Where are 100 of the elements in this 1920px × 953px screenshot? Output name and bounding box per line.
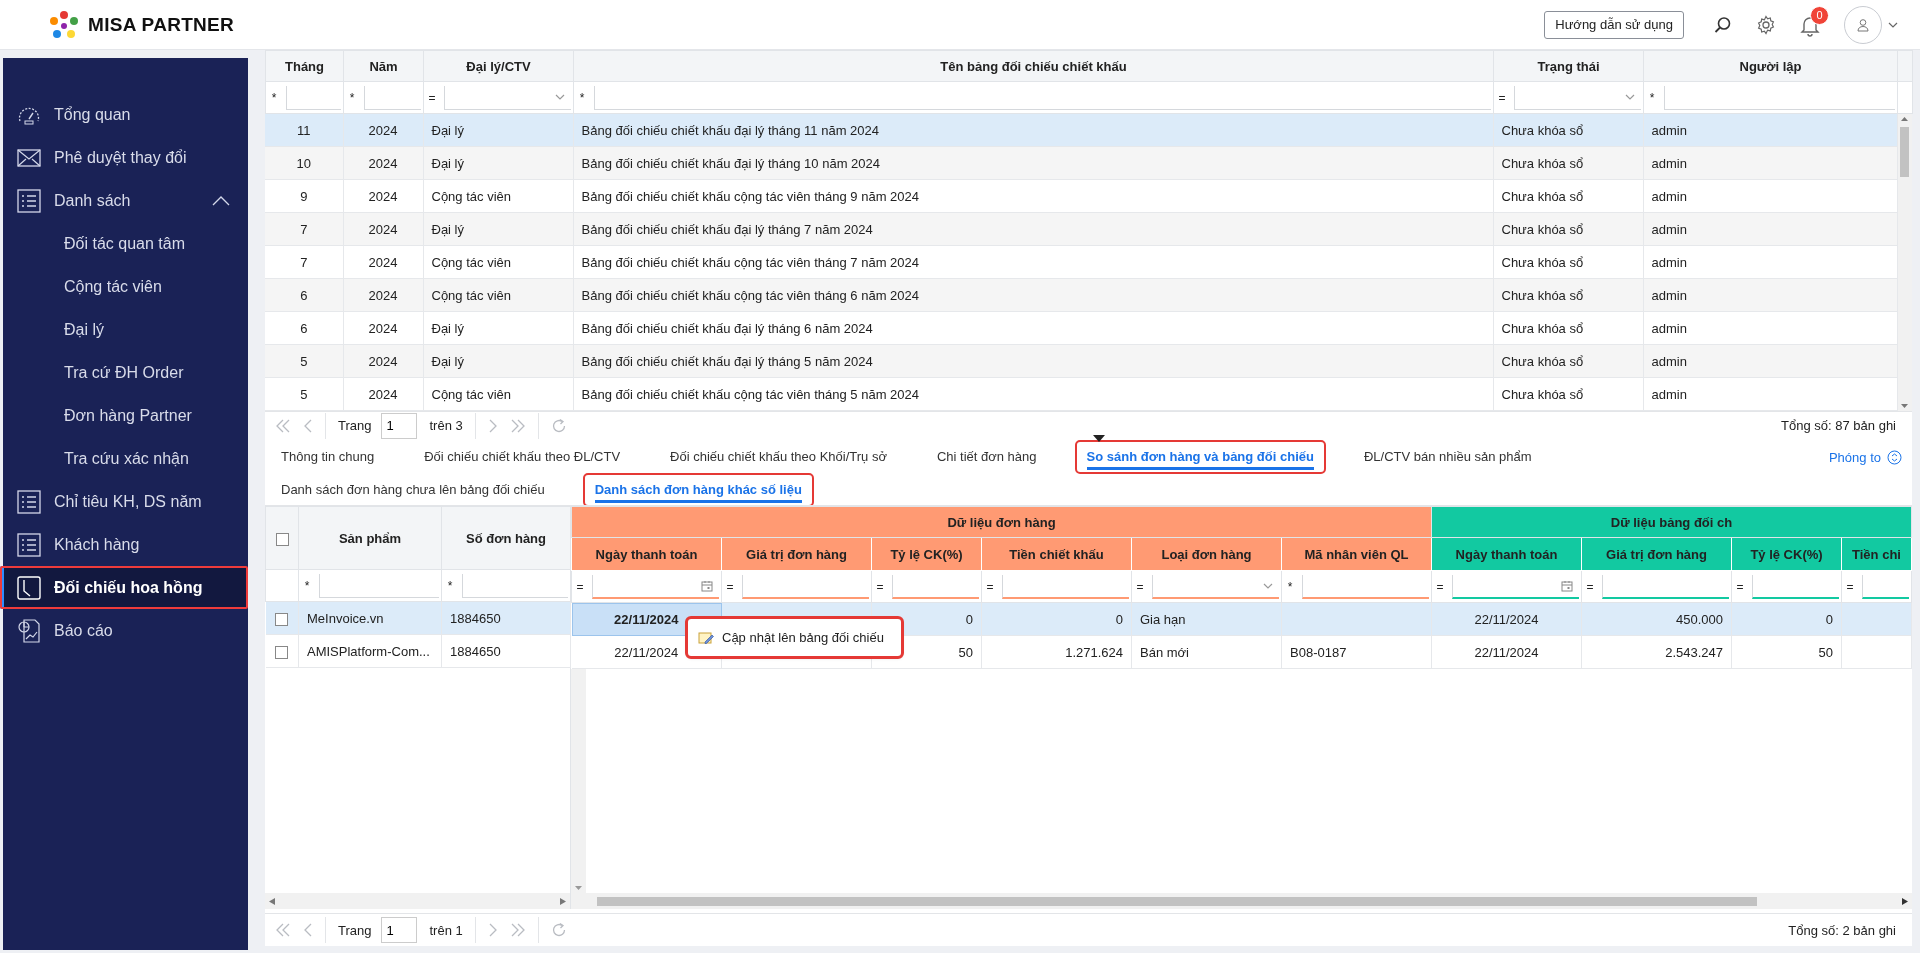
- filter-operator[interactable]: *: [574, 90, 590, 105]
- tab[interactable]: Thông tin chung: [271, 442, 385, 472]
- filter-field[interactable]: [286, 85, 341, 110]
- calendar-icon[interactable]: [701, 579, 713, 592]
- sidebar-item[interactable]: Phê duyệt thay đổi: [0, 136, 248, 179]
- refresh-icon[interactable]: [550, 417, 567, 434]
- column-header[interactable]: Giá trị đơn hàng: [1581, 537, 1732, 571]
- previous-page-icon[interactable]: [303, 923, 313, 937]
- filter-field[interactable]: [1602, 574, 1729, 599]
- sidebar-subitem[interactable]: Đại lý: [0, 308, 248, 351]
- previous-page-icon[interactable]: [303, 418, 313, 433]
- tab[interactable]: Chi tiết đơn hàng: [926, 442, 1047, 472]
- sidebar-item[interactable]: Báo cáo: [0, 609, 248, 652]
- column-header[interactable]: Sản phẩm: [298, 506, 442, 570]
- filter-field[interactable]: [319, 573, 439, 598]
- tab[interactable]: Danh sách đơn hàng chưa lên bảng đối chiếu: [271, 475, 555, 505]
- scroll-up-icon[interactable]: [1901, 117, 1909, 121]
- column-header[interactable]: Năm: [343, 50, 424, 82]
- scroll-down-icon[interactable]: [575, 886, 582, 890]
- sidebar-subitem[interactable]: Cộng tác viên: [0, 265, 248, 308]
- filter-field[interactable]: [892, 574, 979, 599]
- next-page-icon[interactable]: [487, 418, 498, 433]
- filter-field[interactable]: [1002, 574, 1129, 599]
- column-header[interactable]: Tiền chi: [1841, 537, 1912, 571]
- filter-operator[interactable]: *: [442, 578, 458, 593]
- sidebar-subitem[interactable]: Đơn hàng Partner: [0, 394, 248, 437]
- zoom-link[interactable]: Phóng to: [1828, 449, 1902, 465]
- settings-icon[interactable]: [1756, 14, 1776, 35]
- filter-field[interactable]: [742, 574, 869, 599]
- filter-field[interactable]: [594, 85, 1491, 110]
- column-header[interactable]: Ngày thanh toán: [571, 537, 722, 571]
- filter-field[interactable]: [1752, 574, 1839, 599]
- tab[interactable]: Đối chiếu chiết khấu theo ĐL/CTV: [414, 442, 631, 472]
- vertical-scrollbar[interactable]: [571, 669, 586, 893]
- filter-field[interactable]: [1302, 574, 1429, 599]
- row-selector[interactable]: [265, 601, 299, 635]
- refresh-icon[interactable]: [550, 922, 567, 938]
- filter-operator[interactable]: *: [1282, 579, 1298, 594]
- checkbox[interactable]: [275, 612, 289, 626]
- tab[interactable]: Đối chiếu chiết khấu theo Khối/Trụ sở: [660, 442, 897, 472]
- context-menu[interactable]: Cập nhật lên bảng đối chiếu: [688, 619, 901, 656]
- column-header[interactable]: Số đơn hàng: [441, 506, 571, 570]
- scroll-left-icon[interactable]: [269, 897, 275, 905]
- column-header[interactable]: Tháng: [265, 50, 344, 82]
- filter-operator[interactable]: *: [299, 578, 315, 593]
- checkbox[interactable]: [275, 532, 289, 546]
- sidebar-item[interactable]: Danh sách: [0, 179, 248, 222]
- column-header[interactable]: Người lập: [1643, 50, 1898, 82]
- column-header[interactable]: Tỷ lệ CK(%): [1731, 537, 1842, 571]
- filter-operator[interactable]: *: [266, 90, 282, 105]
- table-row[interactable]: 5 2024 Cộng tác viên Bảng đối chiếu chiết khấu cộng tác viên tháng 5 năm 2024 Chưa khóa sổ admin: [265, 377, 1897, 411]
- filter-field[interactable]: [1862, 574, 1909, 599]
- tab[interactable]: ĐL/CTV bán nhiều sản phẩm: [1353, 442, 1542, 472]
- column-header[interactable]: Mã nhân viên QL: [1281, 537, 1432, 571]
- scroll-down-icon[interactable]: [1901, 404, 1909, 408]
- filter-operator[interactable]: *: [344, 90, 360, 105]
- filter-dropdown[interactable]: [1152, 574, 1279, 599]
- checkbox[interactable]: [275, 645, 289, 659]
- column-header[interactable]: Tên bảng đối chiếu chiết khấu: [573, 50, 1494, 82]
- calendar-icon[interactable]: [1561, 579, 1573, 592]
- filter-field[interactable]: [364, 85, 421, 110]
- filter-operator[interactable]: =: [1494, 90, 1510, 105]
- table-row[interactable]: 5 2024 Đại lý Bảng đối chiếu chiết khấu đại lý tháng 5 năm 2024 Chưa khóa sổ admin: [265, 344, 1897, 378]
- sidebar-item[interactable]: Chỉ tiêu KH, DS năm: [0, 480, 248, 523]
- column-header[interactable]: Đại lý/CTV: [423, 50, 574, 82]
- column-header[interactable]: Loại đơn hàng: [1131, 537, 1282, 571]
- page-field[interactable]: 1: [381, 917, 418, 943]
- scrollbar-thumb[interactable]: [1900, 127, 1910, 177]
- scrollbar-thumb[interactable]: [597, 896, 1757, 906]
- last-page-icon[interactable]: [509, 923, 526, 937]
- table-row[interactable]: 9 2024 Cộng tác viên Bảng đối chiếu chiết khấu cộng tác viên tháng 9 năm 2024 Chưa khóa sổ admin: [265, 179, 1897, 213]
- horizontal-scrollbar[interactable]: [571, 893, 1912, 909]
- filter-dropdown[interactable]: [444, 85, 571, 110]
- tab[interactable]: Danh sách đơn hàng khác số liệu: [584, 475, 812, 505]
- filter-operator[interactable]: =: [722, 579, 738, 594]
- search-icon[interactable]: [1714, 15, 1732, 34]
- date-field[interactable]: [592, 574, 719, 599]
- sidebar-subitem[interactable]: Tra cứ ĐH Order: [0, 351, 248, 394]
- next-page-icon[interactable]: [487, 923, 498, 937]
- first-page-icon[interactable]: [275, 923, 291, 937]
- table-row[interactable]: 6 2024 Cộng tác viên Bảng đối chiếu chiết khấu cộng tác viên tháng 6 năm 2024 Chưa khóa sổ admin: [265, 278, 1897, 312]
- tab[interactable]: So sánh đơn hàng và bảng đối chiếu: [1076, 442, 1324, 472]
- sidebar-subitem[interactable]: Tra cứu xác nhận: [0, 437, 248, 480]
- table-row[interactable]: 6 2024 Đại lý Bảng đối chiếu chiết khấu đại lý tháng 6 năm 2024 Chưa khóa sổ admin: [265, 311, 1897, 345]
- filter-field[interactable]: [1664, 85, 1895, 110]
- column-header[interactable]: Giá trị đơn hàng: [721, 537, 872, 571]
- filter-operator[interactable]: =: [1732, 579, 1748, 594]
- filter-operator[interactable]: =: [982, 579, 998, 594]
- filter-operator[interactable]: =: [1432, 579, 1448, 594]
- sidebar-item[interactable]: Đối chiếu hoa hồng: [0, 566, 248, 609]
- filter-operator[interactable]: =: [1132, 579, 1148, 594]
- filter-operator[interactable]: =: [572, 579, 588, 594]
- filter-field[interactable]: [462, 573, 568, 598]
- page-field[interactable]: 1: [381, 412, 418, 439]
- table-row[interactable]: 7 2024 Cộng tác viên Bảng đối chiếu chiết khấu cộng tác viên tháng 7 năm 2024 Chưa khóa sổ admin: [265, 245, 1897, 279]
- table-row[interactable]: 10 2024 Đại lý Bảng đối chiếu chiết khấu đại lý tháng 10 năm 2024 Chưa khóa sổ admin: [265, 146, 1897, 180]
- filter-operator[interactable]: =: [1842, 579, 1858, 594]
- filter-dropdown[interactable]: [1514, 85, 1641, 110]
- last-page-icon[interactable]: [509, 418, 526, 433]
- column-header[interactable]: Trạng thái: [1493, 50, 1644, 82]
